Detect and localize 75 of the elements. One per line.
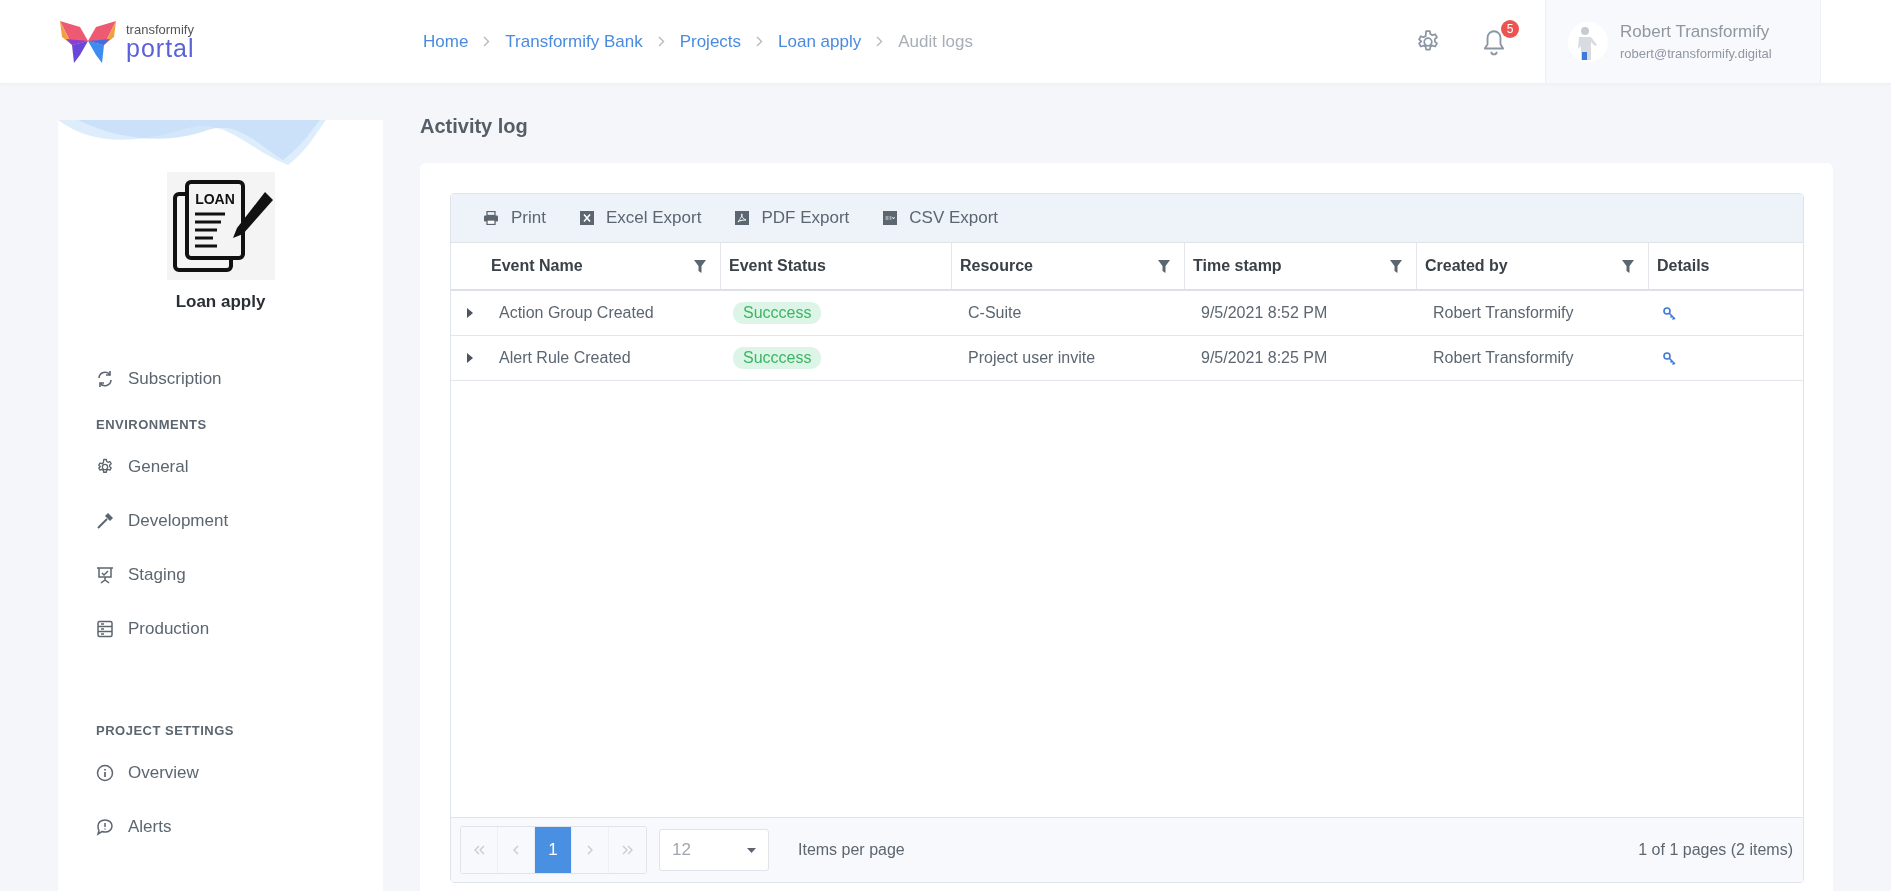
chevron-left-icon	[513, 845, 519, 855]
filter-icon[interactable]	[1158, 259, 1170, 273]
column-header[interactable]: Event Name	[489, 243, 721, 289]
avatar-silhouette-icon	[1568, 21, 1608, 62]
notification-count-badge: 5	[1501, 19, 1519, 38]
sidebar-section-heading: PROJECT SETTINGS	[96, 722, 236, 740]
user-name: Robert Transformify	[1620, 22, 1771, 42]
column-header[interactable]: Time stamp	[1185, 243, 1417, 289]
key-icon[interactable]	[1663, 351, 1676, 365]
key-icon[interactable]	[1663, 306, 1676, 320]
pdf-file-icon	[735, 211, 750, 225]
column-header[interactable]: Details	[1649, 243, 1803, 289]
column-header[interactable]: Created by	[1417, 243, 1649, 289]
column-header[interactable]: Event Status	[721, 243, 952, 289]
expand-row-icon[interactable]	[467, 308, 473, 318]
sidebar-item[interactable]: Subscription	[96, 352, 222, 406]
breadcrumb-link[interactable]: Loan apply	[778, 31, 862, 52]
filter-icon[interactable]	[694, 259, 706, 273]
table-cell: Alert Rule Created	[499, 349, 631, 367]
speech-bubble-icon	[96, 818, 114, 836]
server-rack-icon	[96, 620, 114, 638]
project-name: Loan apply	[175, 292, 266, 312]
filter-icon[interactable]	[1622, 259, 1634, 273]
toolbar-button[interactable]: Excel Export	[579, 208, 702, 228]
butterfly-logo-icon	[58, 18, 118, 65]
table-cell: Robert Transformify	[1433, 349, 1574, 367]
loan-document-drawing: LOAN	[166, 172, 275, 280]
chevron-right-icon	[657, 36, 665, 47]
sidebar-item[interactable]: Development	[96, 494, 229, 548]
info-icon	[96, 764, 114, 782]
table-cell: C-Suite	[968, 304, 1022, 322]
table-cell: Robert Transformify	[1433, 304, 1574, 322]
table-cell: Project user invite	[968, 349, 1096, 367]
breadcrumb-link[interactable]: Home	[423, 31, 469, 52]
toolbar-button[interactable]: Print	[483, 208, 546, 228]
sidebar-item[interactable]: Staging	[96, 548, 186, 602]
hammer-icon	[96, 512, 114, 530]
logo-wordmark: portal	[126, 35, 195, 61]
chevron-right-icon	[756, 36, 764, 47]
chevron-right-icon	[587, 845, 593, 855]
sidebar-item[interactable]: Alerts	[96, 800, 172, 854]
chevron-right-icon	[483, 36, 491, 47]
page-number-button[interactable]: 1	[535, 827, 572, 873]
chevron-right-icon	[876, 36, 884, 47]
printer-icon	[483, 211, 499, 225]
filter-icon[interactable]	[1390, 259, 1402, 273]
table-cell: Action Group Created	[499, 304, 654, 322]
double-chevron-right-icon	[622, 845, 633, 855]
column-header[interactable]: Resource	[952, 243, 1185, 289]
sidebar-item[interactable]: General	[96, 440, 189, 494]
presentation-board-icon	[96, 566, 114, 584]
refresh-icon	[96, 370, 114, 388]
status-badge: Succcess	[733, 347, 822, 369]
caret-down-icon	[747, 847, 756, 853]
pager-summary: 1 of 1 pages (2 items)	[1638, 841, 1793, 859]
sidebar-item[interactable]: Production	[96, 602, 210, 656]
breadcrumb-link[interactable]: Projects	[679, 31, 742, 52]
sidebar-item[interactable]: Overview	[96, 746, 199, 800]
gear-icon	[96, 458, 114, 476]
double-chevron-left-icon	[473, 845, 485, 855]
toolbar-button[interactable]: PDF Export	[735, 208, 850, 228]
expand-row-icon[interactable]	[467, 353, 473, 363]
notification-bell-icon[interactable]	[1481, 27, 1507, 56]
table-cell: 9/5/2021 8:52 PM	[1201, 304, 1328, 322]
table-cell: 9/5/2021 8:25 PM	[1201, 349, 1328, 367]
page-size-label: Items per page	[798, 841, 905, 859]
csv-file-icon	[883, 211, 898, 225]
sidebar-section-heading: ENVIRONMENTS	[96, 416, 208, 434]
breadcrumb-link[interactable]: Transformify Bank	[505, 31, 643, 52]
spreadsheet-file-icon	[579, 211, 594, 225]
status-badge: Succcess	[733, 302, 822, 324]
user-email: robert@transformify.digital	[1620, 46, 1772, 61]
logo-wordmark-small: transformify	[126, 22, 195, 36]
toolbar-button[interactable]: CSV Export	[883, 208, 999, 228]
page-title: Activity log	[420, 115, 529, 138]
